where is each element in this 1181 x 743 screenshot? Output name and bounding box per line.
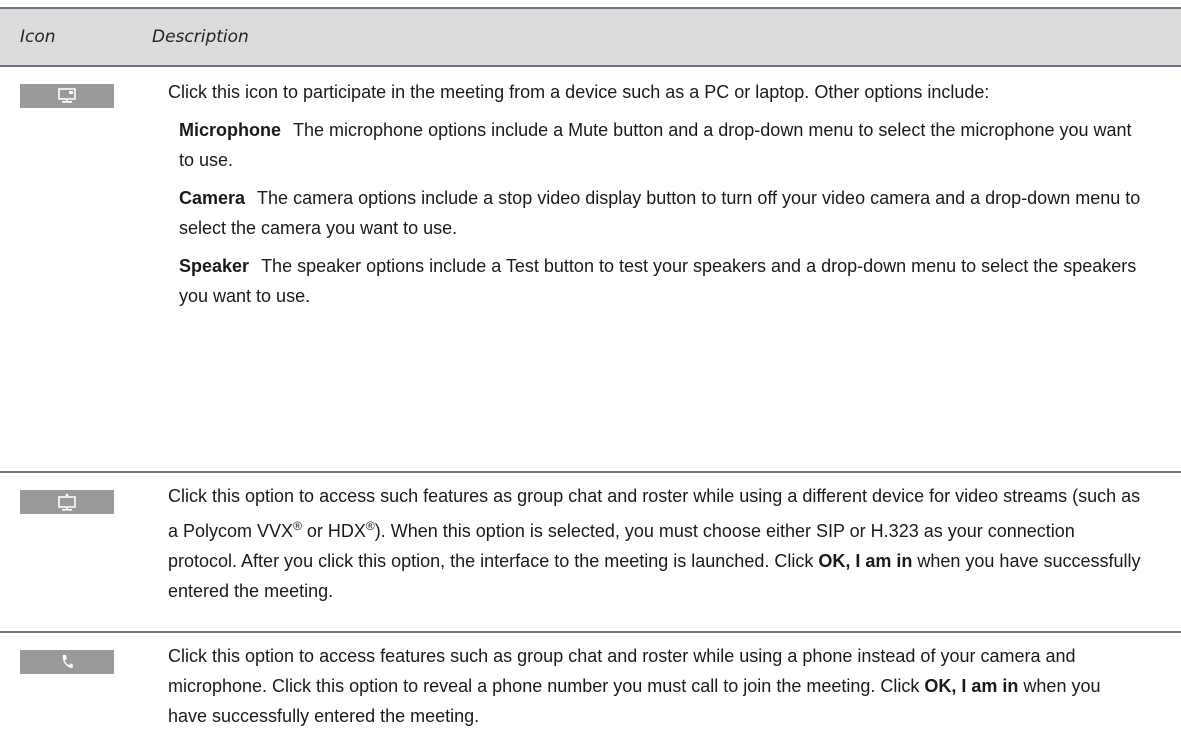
option-term: Speaker bbox=[179, 256, 250, 276]
row-text: Click this option to access such feature… bbox=[168, 481, 1141, 606]
option-item: Speaker The speaker options include a Tes… bbox=[168, 251, 1141, 311]
row-text: Click this option to access features suc… bbox=[168, 641, 1141, 731]
registered-mark: ® bbox=[293, 519, 302, 533]
ok-i-am-in-label: OK, I am in bbox=[818, 551, 913, 571]
description-cell: Click this option to access features suc… bbox=[168, 641, 1181, 743]
option-text: The camera options include a stop video … bbox=[179, 188, 1141, 238]
option-text: The speaker options include a Test butto… bbox=[179, 256, 1137, 306]
shared-display-icon bbox=[58, 493, 76, 511]
option-term: Microphone bbox=[179, 120, 281, 140]
header-description-column: Description bbox=[152, 27, 249, 47]
option-item: Camera The camera options include a stop … bbox=[168, 183, 1141, 243]
icon-cell bbox=[0, 641, 168, 743]
table-row: Click this icon to participate in the me… bbox=[0, 67, 1181, 306]
description-cell: Click this option to access such feature… bbox=[168, 481, 1181, 625]
option-text: The microphone options include a Mute bu… bbox=[179, 120, 1132, 170]
row-text: Click this icon to participate in the me… bbox=[168, 82, 990, 102]
icon-cell bbox=[0, 77, 168, 261]
option-term: Camera bbox=[179, 188, 246, 208]
phone-option-button[interactable] bbox=[20, 650, 114, 674]
header-icon-column: Icon bbox=[20, 27, 56, 47]
room-system-option-button[interactable] bbox=[20, 490, 114, 514]
table-header: Icon Description bbox=[0, 9, 1181, 65]
table-row: Click this option to access such feature… bbox=[0, 473, 1181, 625]
table-row: Click this option to access features suc… bbox=[0, 633, 1181, 743]
monitor-icon bbox=[58, 88, 76, 103]
registered-mark: ® bbox=[365, 519, 375, 533]
options-table: Icon Description Click this icon to part… bbox=[0, 7, 1181, 743]
icon-cell bbox=[0, 481, 168, 625]
row-text-part: or HDX bbox=[301, 521, 366, 541]
option-item: Microphone The microphone options include… bbox=[168, 115, 1141, 175]
ok-i-am-in-label: OK, I am in bbox=[924, 676, 1019, 696]
description-cell: Click this icon to participate in the me… bbox=[168, 77, 1181, 306]
phone-icon bbox=[62, 655, 73, 668]
computer-option-button[interactable] bbox=[20, 84, 114, 108]
